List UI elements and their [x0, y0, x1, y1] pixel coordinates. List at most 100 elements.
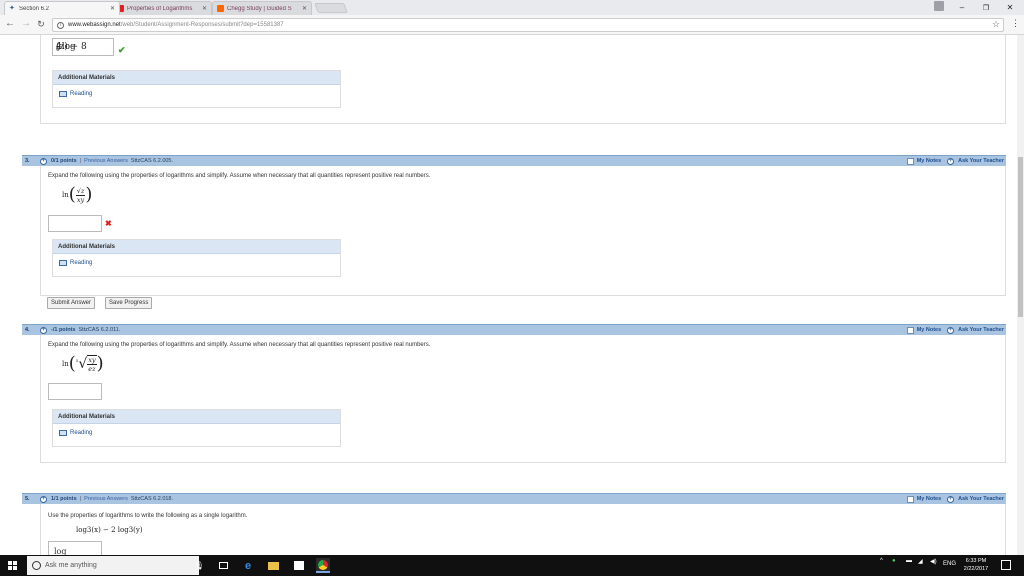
close-icon[interactable]: ✕ — [110, 5, 115, 12]
ln-label: ln — [62, 191, 69, 199]
book-icon — [59, 91, 67, 97]
plus-icon: + — [947, 495, 955, 503]
tray-app-icon[interactable]: ● — [892, 558, 896, 564]
page-scrollbar[interactable] — [1017, 35, 1024, 555]
save-progress-button[interactable]: Save Progress — [105, 297, 153, 309]
clock-time: 6:33 PM — [965, 558, 987, 564]
radical-icon: √ — [78, 356, 88, 372]
reading-label: Reading — [70, 91, 93, 97]
action-center-icon[interactable] — [1001, 560, 1011, 570]
header-actions: My Notes + Ask Your Teacher — [906, 157, 1004, 165]
ask-teacher-link[interactable]: Ask Your Teacher — [958, 158, 1004, 164]
window-close-icon[interactable]: ✕ — [1000, 0, 1020, 15]
tab-label: Chegg Study | Guided S — [227, 5, 292, 12]
file-explorer-icon[interactable] — [266, 558, 280, 573]
taskbar-clock[interactable]: 6:33 PM 2/22/2017 — [956, 557, 996, 573]
header-actions: My Notes + Ask Your Teacher — [906, 495, 1004, 503]
edge-icon[interactable]: e — [241, 558, 255, 573]
reading-link[interactable]: Reading — [53, 85, 340, 97]
scrollbar-thumb[interactable] — [1018, 157, 1023, 317]
separator: | — [79, 158, 82, 164]
taskbar-search-input[interactable]: Ask me anything — [27, 556, 199, 575]
reading-link[interactable]: Reading — [53, 424, 340, 436]
question-5-box — [40, 504, 1006, 555]
info-icon[interactable]: i — [57, 21, 64, 29]
microphone-icon[interactable]: 🎙 — [192, 558, 206, 573]
paren-left: ( — [68, 353, 76, 374]
question-4-answer-field[interactable] — [48, 383, 102, 400]
question-5-text: Use the properties of logarithms to writ… — [48, 513, 248, 519]
browser-menu-icon[interactable]: ⋮ — [1011, 18, 1020, 29]
my-notes-link[interactable]: My Notes — [917, 158, 941, 164]
new-tab-button[interactable] — [314, 3, 348, 13]
my-notes-link[interactable]: My Notes — [917, 327, 941, 333]
submit-answer-button[interactable]: Submit Answer — [47, 297, 96, 309]
question-4-additional-materials: Additional Materials Reading — [52, 409, 341, 447]
paren-right: ) — [96, 353, 104, 374]
close-icon[interactable]: ✕ — [202, 5, 207, 12]
tray-chevron-icon[interactable]: ^ — [880, 558, 883, 564]
notes-checkbox[interactable] — [906, 157, 914, 165]
forward-arrow-icon[interactable]: → — [20, 18, 32, 30]
back-arrow-icon[interactable]: ← — [4, 18, 16, 30]
question-code: SttzCAS 6.2.018. — [130, 496, 174, 502]
previous-answers-link[interactable]: Previous Answers — [84, 496, 128, 502]
battery-icon[interactable]: ▬ — [906, 558, 912, 564]
question-5-expression: log3(x) − 2 log3(y) — [76, 526, 143, 534]
question-3-answer-field[interactable] — [48, 215, 102, 232]
question-3-text: Expand the following using the propertie… — [48, 173, 431, 179]
tab-properties-of-logarithms[interactable]: Properties of Logarithms ✕ — [112, 1, 212, 15]
tab-chegg-study[interactable]: Chegg Study | Guided S ✕ — [212, 1, 312, 15]
network-icon[interactable]: ◢ — [918, 558, 923, 565]
additional-materials-title: Additional Materials — [53, 71, 340, 85]
denominator: ez — [88, 365, 96, 373]
plus-icon: + — [947, 326, 955, 334]
windows-start-icon[interactable] — [8, 561, 17, 570]
windows-taskbar: Ask me anything 🎙 e ^ ● ▬ ◢ ◀) ENG 6:33 … — [0, 555, 1024, 576]
reload-icon[interactable]: ↻ — [35, 18, 47, 30]
previous-answers-link[interactable]: Previous Answers — [84, 158, 128, 164]
question-5-answer-field[interactable]: log — [48, 541, 102, 555]
minimize-icon[interactable]: – — [952, 0, 972, 15]
additional-materials-title: Additional Materials — [53, 410, 340, 424]
question-2-answer-field[interactable]: 4log 6 (z) − 8 — [52, 38, 114, 56]
tab-section-6-2[interactable]: ✦ Section 6.2 ✕ — [4, 1, 120, 15]
task-view-icon[interactable] — [216, 558, 230, 573]
numerator: √z — [75, 186, 86, 196]
header-actions: My Notes + Ask Your Teacher — [906, 326, 1004, 334]
notes-checkbox[interactable] — [906, 495, 914, 503]
close-icon[interactable]: ✕ — [302, 5, 307, 12]
ln-label: ln — [62, 360, 69, 368]
maximize-icon[interactable]: ❐ — [976, 0, 996, 15]
url-input[interactable]: i www.webassign.net/web/Student/Assignme… — [52, 18, 1004, 32]
address-bar: ← → ↻ i www.webassign.net/web/Student/As… — [0, 15, 1024, 35]
ask-teacher-link[interactable]: Ask Your Teacher — [958, 496, 1004, 502]
answer-partial: log — [54, 547, 67, 555]
expand-plus-icon[interactable]: + — [40, 495, 47, 503]
bookmark-star-icon[interactable]: ☆ — [992, 19, 1000, 30]
page-content: 4log 6 (z) − 8 ✔ Additional Materials Read… — [0, 35, 1017, 555]
ask-teacher-link[interactable]: Ask Your Teacher — [958, 327, 1004, 333]
my-notes-link[interactable]: My Notes — [917, 496, 941, 502]
notes-checkbox[interactable] — [906, 326, 914, 334]
chrome-icon[interactable] — [316, 558, 330, 573]
user-icon[interactable] — [934, 1, 944, 11]
cortana-icon — [32, 561, 41, 570]
question-3-additional-materials: Additional Materials Reading — [52, 239, 341, 277]
expand-plus-icon[interactable]: + — [40, 326, 47, 334]
language-indicator[interactable]: ENG — [943, 561, 956, 567]
expand-plus-icon[interactable]: + — [40, 157, 47, 165]
volume-icon[interactable]: ◀) — [930, 558, 937, 565]
question-2-additional-materials: Additional Materials Reading — [52, 70, 341, 108]
paren-left: ( — [68, 184, 76, 205]
reading-link[interactable]: Reading — [53, 254, 340, 266]
question-code: SttzCAS 6.2.011. — [78, 327, 121, 333]
points-label: 1/1 points — [51, 496, 77, 502]
incorrect-x-icon: ✖ — [105, 219, 112, 228]
clock-date: 2/22/2017 — [963, 566, 989, 572]
store-icon[interactable] — [292, 558, 306, 573]
points-label: -/1 points — [51, 327, 76, 333]
points-label: 0/1 points — [51, 158, 77, 164]
webassign-icon: ✦ — [9, 5, 15, 12]
numerator: xy — [87, 356, 97, 365]
